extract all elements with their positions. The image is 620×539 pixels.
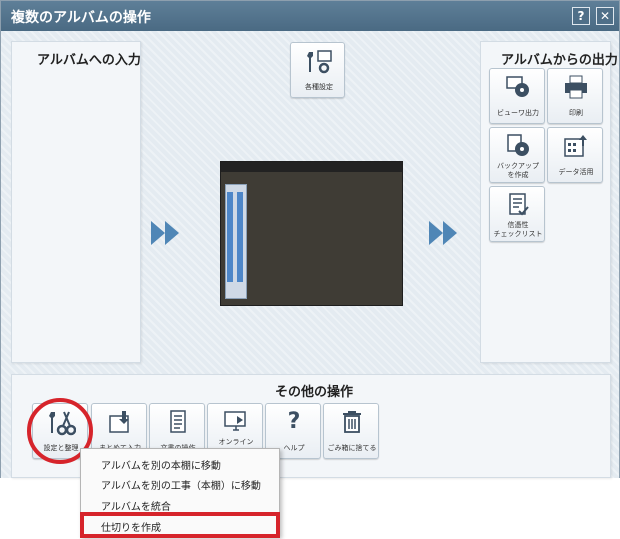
document-icon: [150, 410, 206, 434]
dialog-window: 複数のアルバムの操作 ? ✕ アルバムへの入力 各種設定 アルバムからの出力 ビ…: [0, 0, 620, 478]
dialog-body: アルバムへの入力 各種設定 アルバムからの出力 ビューワ出力 印刷 バックアップ…: [1, 31, 619, 478]
arrow-right-icon: [443, 221, 457, 245]
other-panel-title: その他の操作: [275, 385, 354, 400]
help-button[interactable]: ?: [572, 7, 590, 25]
print-button[interactable]: 印刷: [547, 68, 603, 124]
input-panel-title: アルバムへの入力: [37, 53, 141, 68]
output-panel: アルバムからの出力 ビューワ出力 印刷 バックアップ を作成 データ活用 信憑性…: [480, 41, 618, 363]
backup-label: バックアップ を作成: [497, 162, 539, 179]
checklist-button[interactable]: 信憑性 チェックリスト: [489, 186, 545, 242]
arrow-right-icon: [165, 221, 179, 245]
trash-icon: [324, 410, 380, 434]
preview-album-bar: [237, 192, 243, 282]
online-icon: [208, 410, 264, 434]
viewer-output-label: ビューワ出力: [497, 109, 539, 117]
close-button[interactable]: ✕: [596, 7, 614, 25]
trash-button[interactable]: ごみ箱に捨てる: [323, 403, 379, 459]
menu-item-move-shelf[interactable]: アルバムを別の本棚に移動: [101, 457, 221, 472]
data-export-label: データ活用: [558, 168, 594, 176]
backup-icon: [490, 134, 546, 158]
backup-button[interactable]: バックアップ を作成: [489, 127, 545, 183]
viewer-disc-icon: [490, 75, 546, 99]
settings-label: 各種設定: [305, 83, 333, 91]
menu-item-move-project[interactable]: アルバムを別の工事（本棚）に移動: [101, 477, 261, 492]
window-title: 複数のアルバムの操作: [11, 10, 151, 26]
help-icon: ?: [287, 409, 301, 434]
print-label: 印刷: [569, 109, 583, 117]
arrow-right-icon: [151, 221, 165, 245]
album-preview-image: [220, 161, 403, 306]
data-export-icon: [548, 134, 604, 158]
checklist-label: 信憑性 チェックリスト: [493, 221, 543, 238]
trash-label: ごみ箱に捨てる: [327, 444, 377, 452]
batch-input-icon: [92, 410, 148, 434]
wrench-gear-icon: [291, 49, 347, 74]
checklist-icon: [490, 193, 546, 217]
preview-album-bar: [227, 192, 233, 282]
printer-icon: [548, 75, 604, 99]
viewer-output-button[interactable]: ビューワ出力: [489, 68, 545, 124]
data-export-button[interactable]: データ活用: [547, 127, 603, 183]
highlight-rectangle: [80, 512, 280, 538]
menu-item-merge[interactable]: アルバムを統合: [101, 498, 171, 513]
title-bar: 複数のアルバムの操作 ? ✕: [1, 1, 619, 31]
input-panel: アルバムへの入力: [11, 41, 141, 363]
preview-toolbar: [221, 162, 402, 172]
output-panel-title: アルバムからの出力: [501, 53, 618, 68]
arrow-right-icon: [429, 221, 443, 245]
settings-button[interactable]: 各種設定: [290, 42, 345, 98]
